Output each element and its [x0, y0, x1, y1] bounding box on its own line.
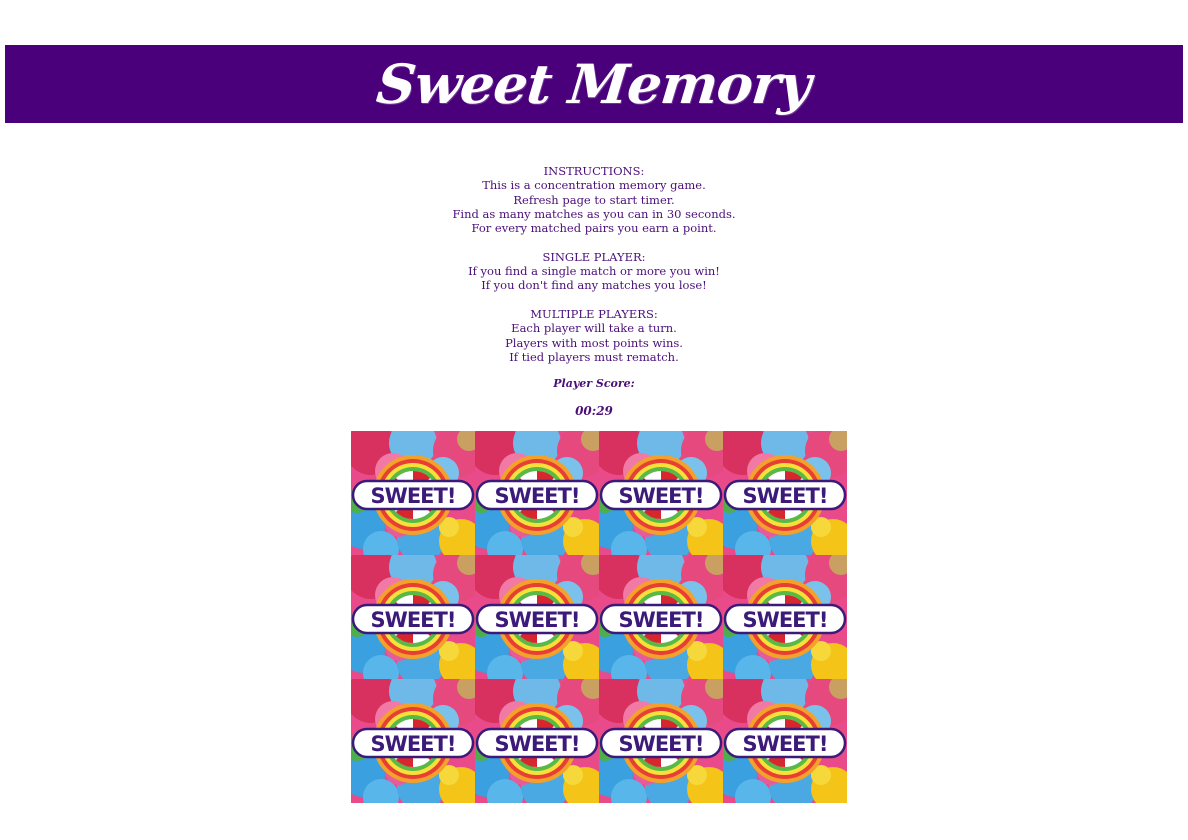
card-back-image: SWEET! — [723, 555, 847, 679]
instructions-line: Players with most points wins. — [505, 335, 683, 350]
memory-card[interactable]: SWEET! — [599, 679, 723, 803]
svg-text:SWEET!: SWEET! — [371, 608, 456, 632]
svg-text:SWEET!: SWEET! — [495, 484, 580, 508]
card-back-image: SWEET! — [599, 555, 723, 679]
page-title: Sweet Memory — [374, 52, 814, 116]
instructions-line: This is a concentration memory game. — [482, 178, 706, 193]
memory-card[interactable]: SWEET! — [351, 431, 475, 555]
card-back-image: SWEET! — [599, 679, 723, 803]
memory-card[interactable]: SWEET! — [351, 679, 475, 803]
card-back-image: SWEET! — [599, 431, 723, 555]
svg-text:SWEET!: SWEET! — [743, 484, 828, 508]
instructions-line: If tied players must rematch. — [509, 349, 679, 364]
instructions-line: Refresh page to start timer. — [513, 192, 675, 207]
memory-card[interactable]: SWEET! — [599, 431, 723, 555]
instructions-line: For every matched pairs you earn a point… — [471, 221, 717, 236]
svg-text:SWEET!: SWEET! — [495, 608, 580, 632]
card-board: SWEET! SWEET! SWEET! SWEET! SWEET! SWEET… — [351, 431, 847, 803]
card-back-image: SWEET! — [723, 431, 847, 555]
player-score-label: Player Score: — [553, 377, 635, 390]
svg-text:SWEET!: SWEET! — [371, 732, 456, 756]
card-back-image: SWEET! — [723, 679, 847, 803]
instructions-line: MULTIPLE PLAYERS: — [530, 306, 658, 321]
svg-text:SWEET!: SWEET! — [619, 732, 704, 756]
instructions-line: If you don't find any matches you lose! — [481, 278, 707, 293]
countdown-timer: 00:29 — [575, 404, 613, 418]
instructions-line: Each player will take a turn. — [511, 321, 677, 336]
instructions-line: SINGLE PLAYER: — [542, 249, 646, 264]
instructions-line: INSTRUCTIONS: — [543, 164, 645, 178]
memory-card[interactable]: SWEET! — [599, 555, 723, 679]
instructions-panel: INSTRUCTIONS: This is a concentration me… — [0, 164, 1188, 364]
svg-text:SWEET!: SWEET! — [619, 484, 704, 508]
memory-card[interactable]: SWEET! — [475, 679, 599, 803]
card-back-image: SWEET! — [475, 679, 599, 803]
memory-card[interactable]: SWEET! — [723, 555, 847, 679]
memory-card[interactable]: SWEET! — [475, 431, 599, 555]
svg-text:SWEET!: SWEET! — [619, 608, 704, 632]
instructions-line: Find as many matches as you can in 30 se… — [452, 206, 736, 221]
card-back-image: SWEET! — [351, 431, 475, 555]
header-banner: Sweet Memory — [5, 45, 1183, 123]
svg-text:SWEET!: SWEET! — [371, 484, 456, 508]
card-back-image: SWEET! — [351, 555, 475, 679]
svg-text:SWEET!: SWEET! — [743, 608, 828, 632]
instructions-line: If you find a single match or more you w… — [468, 264, 720, 279]
card-back-image: SWEET! — [475, 555, 599, 679]
memory-card[interactable]: SWEET! — [723, 431, 847, 555]
memory-card[interactable]: SWEET! — [475, 555, 599, 679]
memory-card[interactable]: SWEET! — [723, 679, 847, 803]
svg-text:SWEET!: SWEET! — [495, 732, 580, 756]
svg-text:SWEET!: SWEET! — [743, 732, 828, 756]
card-back-image: SWEET! — [475, 431, 599, 555]
card-back-image: SWEET! — [351, 679, 475, 803]
memory-card[interactable]: SWEET! — [351, 555, 475, 679]
